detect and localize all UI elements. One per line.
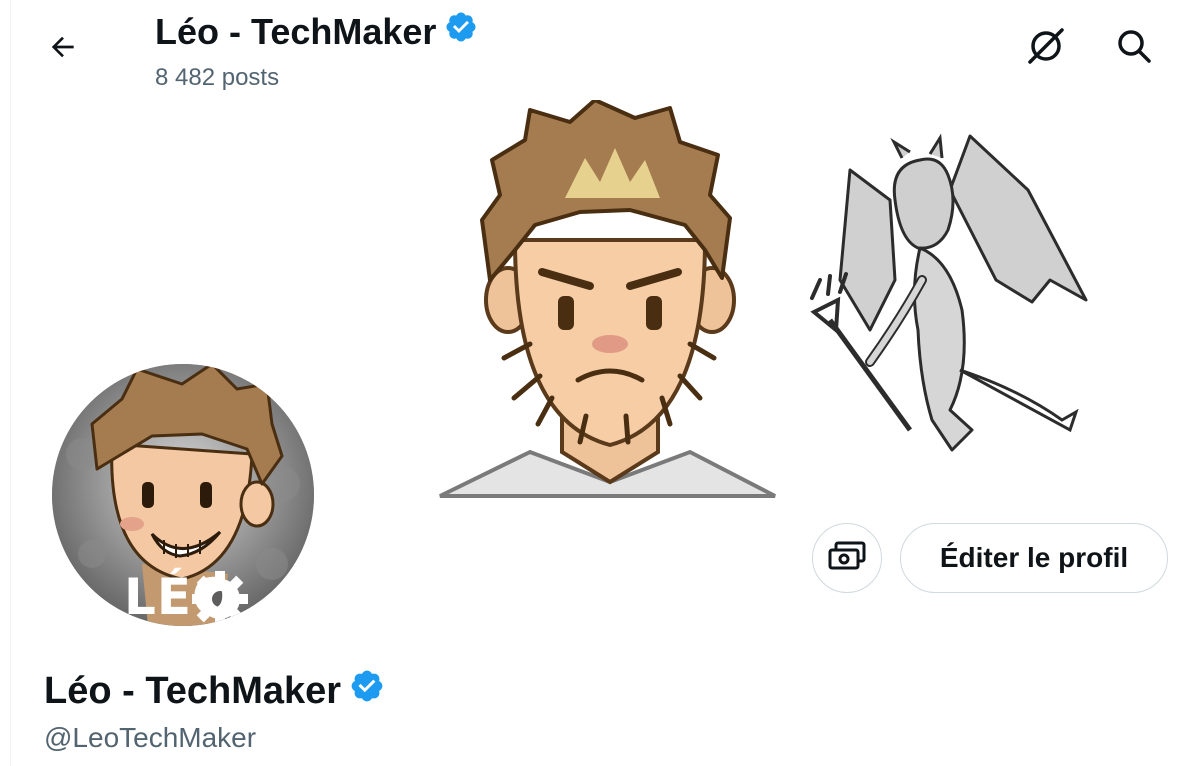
header-name: Léo - TechMaker	[155, 10, 437, 52]
money-icon	[828, 541, 866, 576]
banner-devil-apple	[810, 133, 1088, 452]
profile-handle: @LeoTechMaker	[44, 722, 257, 753]
profile-name: Léo - TechMaker	[44, 668, 385, 714]
profile-avatar[interactable]: LÉO	[48, 360, 318, 630]
avatar-text: LÉO	[124, 568, 236, 626]
profile-display-name: Léo - TechMaker	[44, 669, 342, 712]
banner-cartoon-face	[439, 100, 776, 498]
verified-badge-icon	[349, 668, 385, 714]
search-icon	[1114, 26, 1154, 71]
posts-count: 8 482 posts	[155, 64, 280, 91]
money-button[interactable]	[812, 523, 882, 593]
header-title: Léo - TechMaker	[155, 10, 478, 53]
back-button[interactable]	[40, 26, 86, 72]
edit-profile-button[interactable]: Éditer le profil	[900, 523, 1168, 593]
back-arrow-icon	[47, 31, 79, 68]
grok-button[interactable]	[1022, 24, 1070, 72]
verified-badge-icon	[444, 10, 478, 53]
search-button[interactable]	[1110, 24, 1158, 72]
grok-icon	[1024, 24, 1068, 73]
profile-header: Léo - TechMaker 8 482 posts	[0, 0, 1200, 100]
